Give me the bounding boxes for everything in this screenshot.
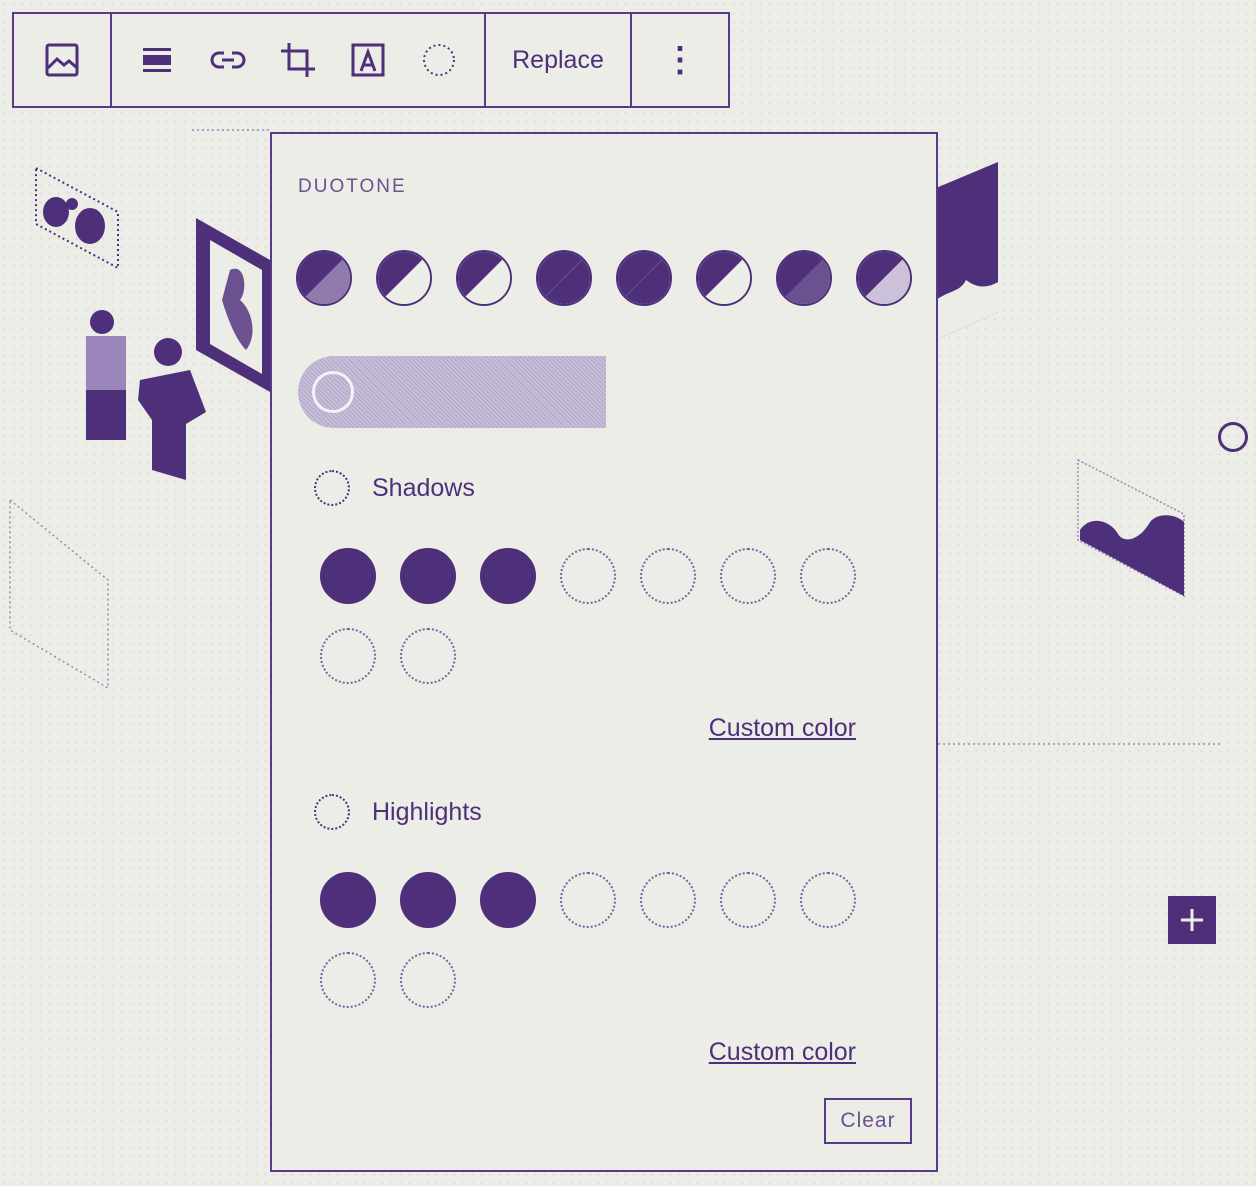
right-painting — [1077, 458, 1185, 598]
shadows-color-indicator — [314, 470, 350, 506]
dark-panel — [936, 162, 998, 340]
add-block-button[interactable] — [1168, 896, 1216, 944]
replace-button[interactable]: Replace — [502, 14, 614, 106]
duotone-preset[interactable] — [296, 250, 352, 306]
framed-painting — [196, 218, 270, 392]
plus-icon — [1181, 909, 1203, 931]
block-toolbar: Replace ⋮ — [12, 12, 730, 108]
more-group: ⋮ — [632, 14, 728, 106]
duotone-preview-handle — [312, 371, 354, 413]
floor-outline — [9, 498, 109, 690]
shadows-label: Shadows — [372, 473, 475, 502]
shadows-header: Shadows — [314, 470, 475, 506]
highlights-swatch[interactable] — [640, 872, 696, 928]
highlights-custom-color-link[interactable]: Custom color — [709, 1038, 856, 1067]
shadows-swatch[interactable] — [400, 548, 456, 604]
highlights-swatch[interactable] — [400, 872, 456, 928]
highlights-color-indicator — [314, 794, 350, 830]
link-button[interactable] — [192, 14, 262, 106]
duotone-preset[interactable] — [696, 250, 752, 306]
shadows-swatch[interactable] — [720, 548, 776, 604]
highlights-swatches — [320, 872, 880, 1008]
align-icon — [143, 48, 172, 72]
more-options-button[interactable]: ⋮ — [663, 14, 697, 106]
shadows-swatch[interactable] — [400, 628, 456, 684]
crop-button[interactable] — [263, 14, 333, 106]
highlights-swatch[interactable] — [480, 872, 536, 928]
duotone-preset[interactable] — [536, 250, 592, 306]
shadows-custom-color-link[interactable]: Custom color — [709, 714, 856, 743]
duotone-preset[interactable] — [616, 250, 672, 306]
align-button[interactable] — [122, 14, 192, 106]
highlights-swatch[interactable] — [800, 872, 856, 928]
duotone-icon — [422, 44, 455, 76]
highlights-label: Highlights — [372, 797, 482, 826]
link-icon — [210, 51, 246, 69]
duotone-presets — [296, 250, 912, 306]
image-block-button[interactable] — [26, 14, 98, 106]
shadows-swatch[interactable] — [640, 548, 696, 604]
crop-icon — [281, 43, 316, 77]
highlights-swatch[interactable] — [560, 872, 616, 928]
image-tools-group — [112, 14, 486, 106]
replace-group: Replace — [486, 14, 632, 106]
block-type-group — [14, 14, 112, 106]
shadows-swatch[interactable] — [480, 548, 536, 604]
duotone-preset[interactable] — [776, 250, 832, 306]
small-painting — [35, 166, 119, 270]
duotone-heading: DUOTONE — [298, 176, 407, 197]
highlights-swatch[interactable] — [320, 952, 376, 1008]
shadows-swatch[interactable] — [800, 548, 856, 604]
highlights-header: Highlights — [314, 794, 482, 830]
clear-button[interactable]: Clear — [824, 1098, 912, 1144]
people — [86, 310, 206, 480]
shadows-swatch[interactable] — [320, 628, 376, 684]
highlights-swatch[interactable] — [720, 872, 776, 928]
text-overlay-icon — [351, 43, 385, 77]
duotone-preset[interactable] — [456, 250, 512, 306]
resize-handle[interactable] — [1218, 422, 1248, 452]
shadows-swatches — [320, 548, 880, 684]
shadows-swatch[interactable] — [320, 548, 376, 604]
highlights-swatch[interactable] — [320, 872, 376, 928]
image-icon — [45, 43, 79, 77]
text-overlay-button[interactable] — [333, 14, 403, 106]
shadows-swatch[interactable] — [560, 548, 616, 604]
duotone-custom-preview[interactable] — [298, 356, 606, 428]
duotone-button[interactable] — [404, 14, 474, 106]
duotone-preset[interactable] — [376, 250, 432, 306]
duotone-popover: DUOTONE Shadows Custom color Highlights — [270, 132, 938, 1172]
duotone-preset[interactable] — [856, 250, 912, 306]
highlights-swatch[interactable] — [400, 952, 456, 1008]
